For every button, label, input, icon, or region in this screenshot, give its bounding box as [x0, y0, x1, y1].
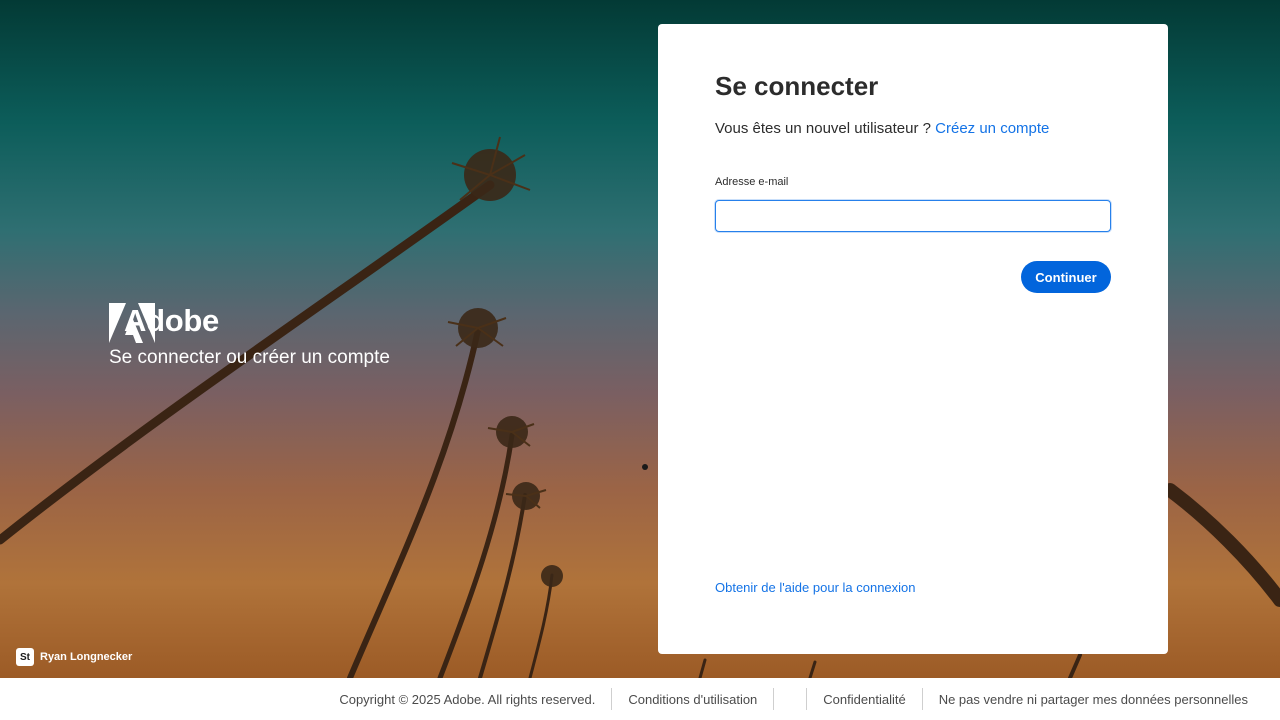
- footer-divider: [611, 688, 613, 710]
- continue-button[interactable]: Continuer: [1021, 261, 1111, 293]
- adobe-logo-icon: [109, 303, 155, 343]
- brand-block: Adobe Se connecter ou créer un compte: [109, 303, 390, 369]
- signin-card: Se connecter Vous êtes un nouvel utilisa…: [658, 24, 1168, 654]
- photographer-name: Ryan Longnecker: [40, 651, 133, 663]
- adobe-stock-icon: St: [16, 648, 34, 666]
- photo-credit[interactable]: St Ryan Longnecker: [16, 648, 132, 666]
- email-field[interactable]: [715, 200, 1111, 232]
- do-not-sell-link[interactable]: Ne pas vendre ni partager mes données pe…: [939, 692, 1248, 707]
- brand-subtitle: Se connecter ou créer un compte: [109, 347, 390, 368]
- footer-divider: [921, 688, 923, 710]
- new-user-text: Vous êtes un nouvel utilisateur ?: [715, 120, 931, 137]
- copyright-text: Copyright © 2025 Adobe. All rights reser…: [339, 691, 596, 707]
- terms-link[interactable]: Conditions d'utilisation: [628, 692, 757, 707]
- footer-divider: [773, 688, 775, 710]
- signin-help-link[interactable]: Obtenir de l'aide pour la connexion: [715, 580, 916, 595]
- footer: Copyright © 2025 Adobe. All rights reser…: [0, 678, 1280, 720]
- create-account-link[interactable]: Créez un compte: [935, 120, 1049, 137]
- page-title: Se connecter: [715, 71, 879, 101]
- footer-divider: [806, 688, 808, 710]
- privacy-link[interactable]: Confidentialité: [823, 692, 905, 707]
- email-label: Adresse e-mail: [715, 176, 789, 188]
- new-user-prompt: Vous êtes un nouvel utilisateur ? Créez …: [715, 120, 1049, 137]
